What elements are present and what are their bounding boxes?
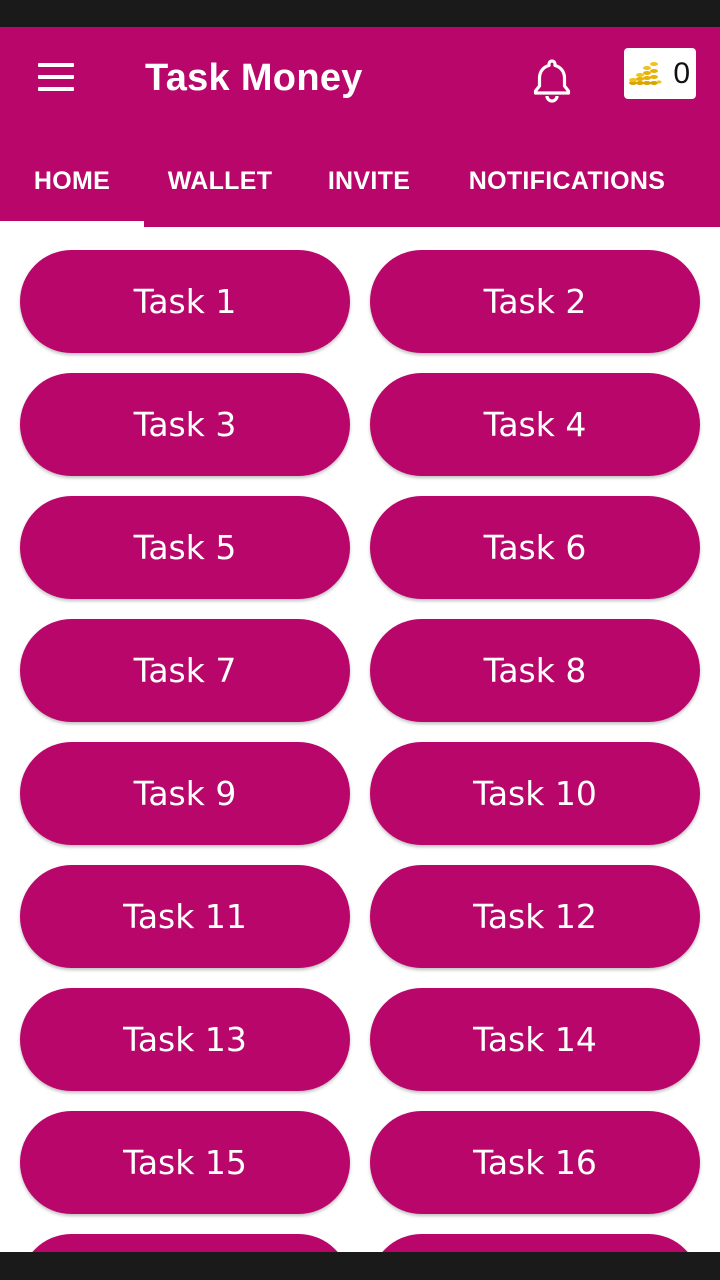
app-title: Task Money	[145, 57, 363, 99]
app-bar: Task Money 0 HOME WALLET INVITE NOTIFICA…	[0, 27, 720, 227]
tab-home[interactable]: HOME	[0, 154, 144, 227]
task-button-8[interactable]: Task 8	[370, 619, 700, 722]
bell-icon	[533, 59, 571, 103]
task-button-1[interactable]: Task 1	[20, 250, 350, 353]
task-button-14[interactable]: Task 14	[370, 988, 700, 1091]
task-button-13[interactable]: Task 13	[20, 988, 350, 1091]
coins-icon	[629, 62, 662, 85]
task-button-4[interactable]: Task 4	[370, 373, 700, 476]
task-grid: Task 1 Task 2 Task 3 Task 4 Task 5 Task …	[0, 250, 720, 1252]
task-button-5[interactable]: Task 5	[20, 496, 350, 599]
task-button-9[interactable]: Task 9	[20, 742, 350, 845]
task-button-15[interactable]: Task 15	[20, 1111, 350, 1214]
selected-tab-indicator	[0, 221, 144, 227]
notifications-bell-button[interactable]	[525, 53, 579, 107]
task-button-10[interactable]: Task 10	[370, 742, 700, 845]
task-button-partial-right[interactable]	[370, 1234, 700, 1252]
tab-bar: HOME WALLET INVITE NOTIFICATIONS	[0, 154, 720, 227]
tab-invite[interactable]: INVITE	[296, 154, 442, 227]
status-bar	[0, 0, 720, 27]
task-button-16[interactable]: Task 16	[370, 1111, 700, 1214]
tab-notifications[interactable]: NOTIFICATIONS	[442, 154, 692, 227]
task-button-11[interactable]: Task 11	[20, 865, 350, 968]
task-button-12[interactable]: Task 12	[370, 865, 700, 968]
task-button-3[interactable]: Task 3	[20, 373, 350, 476]
task-button-partial-left[interactable]	[20, 1234, 350, 1252]
coin-balance-button[interactable]: 0	[624, 48, 696, 99]
task-button-7[interactable]: Task 7	[20, 619, 350, 722]
menu-button[interactable]	[24, 57, 88, 97]
tab-wallet[interactable]: WALLET	[144, 154, 296, 227]
coin-count: 0	[673, 57, 690, 90]
system-nav-bar	[0, 1252, 720, 1280]
task-button-6[interactable]: Task 6	[370, 496, 700, 599]
task-button-2[interactable]: Task 2	[370, 250, 700, 353]
